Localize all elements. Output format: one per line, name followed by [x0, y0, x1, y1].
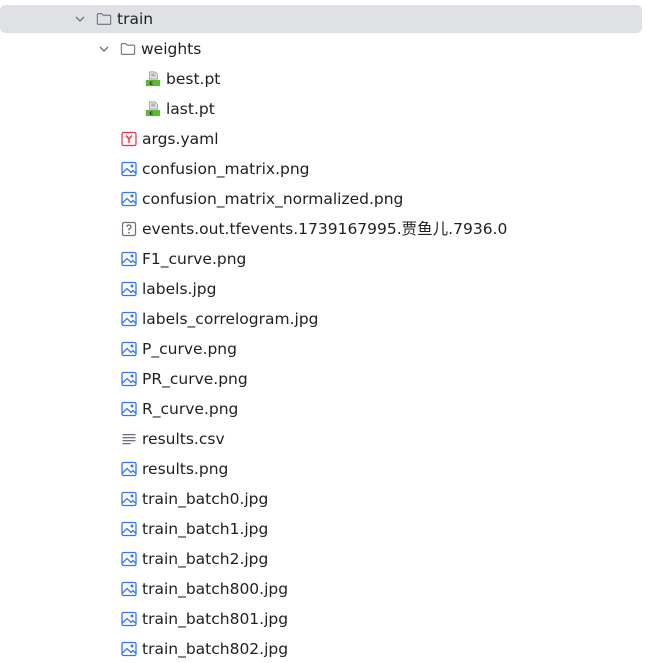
tree-node-label: PR_curve.png: [142, 370, 248, 388]
tree-node-label: train: [117, 10, 154, 28]
image-file-icon: [121, 251, 137, 267]
tree-node-label: train_batch0.jpg: [142, 490, 269, 508]
python-data-file-icon: c: [145, 101, 161, 117]
tree-node-file[interactable]: R_curve.png: [0, 394, 642, 424]
folder-icon: [120, 41, 136, 57]
tree-node-file[interactable]: args.yaml: [0, 124, 642, 154]
image-file-icon: [121, 551, 137, 567]
tree-node-label: results.png: [142, 460, 229, 478]
tree-node-file[interactable]: train_batch1.jpg: [0, 514, 642, 544]
image-file-icon: [121, 191, 137, 207]
tree-node-label: weights: [141, 40, 202, 58]
image-file-icon: [121, 161, 137, 177]
yaml-file-icon: [121, 131, 137, 147]
tree-node-file[interactable]: train_batch802.jpg: [0, 634, 642, 663]
tree-node-file[interactable]: c last.pt: [0, 94, 642, 124]
tree-node-label: labels.jpg: [142, 280, 217, 298]
tree-node-label: last.pt: [166, 100, 215, 118]
text-file-icon: [121, 431, 137, 447]
tree-node-file[interactable]: train_batch0.jpg: [0, 484, 642, 514]
tree-node-label: train_batch801.jpg: [142, 610, 289, 628]
tree-node-file[interactable]: P_curve.png: [0, 334, 642, 364]
chevron-down-icon[interactable]: [72, 11, 88, 27]
image-file-icon: [121, 341, 137, 357]
python-data-file-icon: c: [145, 71, 161, 87]
tree-node-label: results.csv: [142, 430, 225, 448]
tree-node-label: train_batch1.jpg: [142, 520, 269, 538]
unknown-file-icon: [121, 221, 137, 237]
image-file-icon: [121, 311, 137, 327]
tree-node-file[interactable]: F1_curve.png: [0, 244, 642, 274]
project-file-tree: train weights c best.pt c last.pt args.y…: [0, 0, 646, 663]
image-file-icon: [121, 641, 137, 657]
tree-node-file[interactable]: confusion_matrix.png: [0, 154, 642, 184]
tree-node-label: confusion_matrix.png: [142, 160, 310, 178]
tree-node-label: F1_curve.png: [142, 250, 247, 268]
tree-node-file[interactable]: train_batch800.jpg: [0, 574, 642, 604]
image-file-icon: [121, 521, 137, 537]
tree-node-label: train_batch2.jpg: [142, 550, 269, 568]
tree-node-file[interactable]: train_batch801.jpg: [0, 604, 642, 634]
tree-node-label: best.pt: [166, 70, 221, 88]
svg-text:c: c: [149, 111, 153, 117]
tree-node-file[interactable]: results.csv: [0, 424, 642, 454]
tree-node-weights-folder[interactable]: weights: [0, 34, 642, 64]
tree-node-file[interactable]: results.png: [0, 454, 642, 484]
image-file-icon: [121, 281, 137, 297]
image-file-icon: [121, 461, 137, 477]
tree-node-label: labels_correlogram.jpg: [142, 310, 319, 328]
tree-node-file[interactable]: PR_curve.png: [0, 364, 642, 394]
tree-node-file[interactable]: events.out.tfevents.1739167995.贾鱼儿.7936.…: [0, 214, 642, 244]
image-file-icon: [121, 401, 137, 417]
tree-node-label: events.out.tfevents.1739167995.贾鱼儿.7936.…: [142, 220, 508, 238]
tree-node-train-folder[interactable]: train: [0, 5, 642, 33]
tree-node-file[interactable]: labels_correlogram.jpg: [0, 304, 642, 334]
tree-node-file[interactable]: train_batch2.jpg: [0, 544, 642, 574]
image-file-icon: [121, 371, 137, 387]
tree-node-label: R_curve.png: [142, 400, 239, 418]
image-file-icon: [121, 581, 137, 597]
tree-node-label: P_curve.png: [142, 340, 237, 358]
tree-node-label: confusion_matrix_normalized.png: [142, 190, 404, 208]
image-file-icon: [121, 611, 137, 627]
tree-node-label: train_batch802.jpg: [142, 640, 289, 658]
tree-node-label: train_batch800.jpg: [142, 580, 289, 598]
tree-node-file[interactable]: c best.pt: [0, 64, 642, 94]
tree-node-file[interactable]: labels.jpg: [0, 274, 642, 304]
svg-text:c: c: [149, 81, 153, 87]
folder-icon: [96, 11, 112, 27]
tree-node-file[interactable]: confusion_matrix_normalized.png: [0, 184, 642, 214]
tree-node-label: args.yaml: [142, 130, 219, 148]
image-file-icon: [121, 491, 137, 507]
chevron-down-icon[interactable]: [96, 41, 112, 57]
